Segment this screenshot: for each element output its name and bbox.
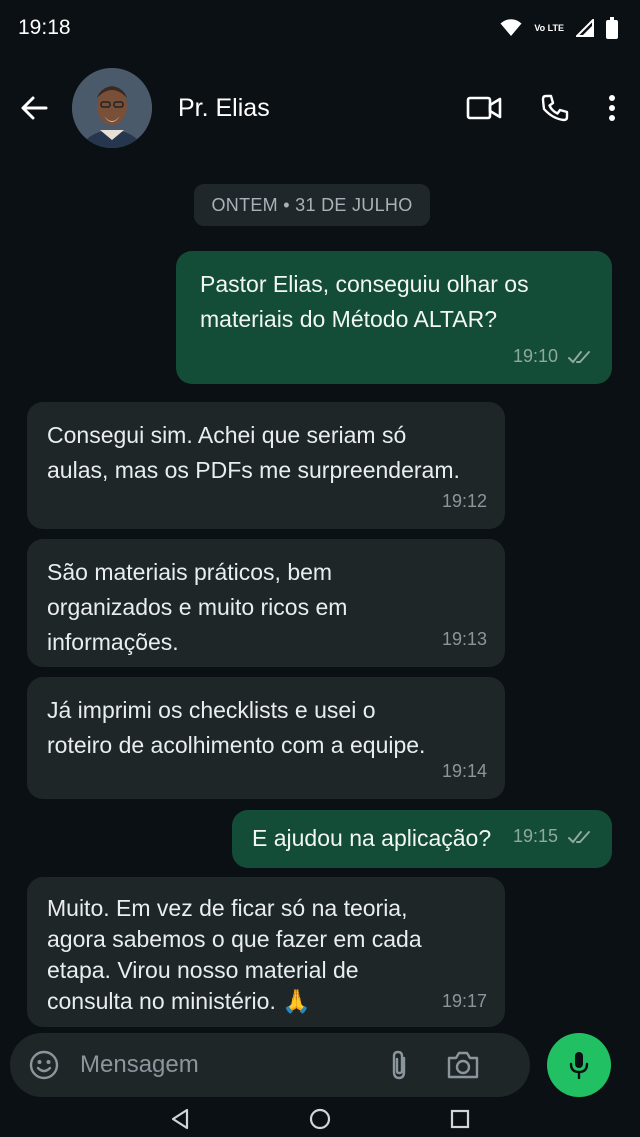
message-meta: 19:17 bbox=[442, 986, 487, 1017]
message-bubble-incoming[interactable]: Muito. Em vez de ficar só na teoria, ago… bbox=[27, 877, 505, 1027]
back-button[interactable] bbox=[16, 90, 52, 126]
message-line: Consegui sim. Achei que seriam só bbox=[47, 422, 407, 448]
nav-recents-icon[interactable] bbox=[450, 1109, 470, 1129]
message-line: aulas, mas os PDFs me surpreenderam. bbox=[47, 457, 460, 483]
message-line: agora sabemos o que fazer em cada bbox=[47, 926, 422, 952]
camera-icon[interactable] bbox=[446, 1050, 480, 1080]
message-line: Muito. Em vez de ficar só na teoria, bbox=[47, 895, 408, 921]
message-meta: 19:12 bbox=[442, 484, 487, 519]
message-bubble-incoming[interactable]: São materiais práticos, bem organizados … bbox=[27, 539, 505, 667]
status-icons: Vo LTE bbox=[500, 17, 618, 39]
message-meta: 19:10 bbox=[513, 339, 594, 374]
wifi-icon bbox=[500, 19, 522, 36]
status-bar: 19:18 Vo LTE bbox=[0, 0, 640, 56]
message-line: Pastor Elias, conseguiu olhar os bbox=[200, 271, 529, 297]
message-line: materiais do Método ALTAR? bbox=[200, 306, 498, 332]
nav-home-icon[interactable] bbox=[309, 1108, 331, 1130]
message-bubble-incoming[interactable]: Já imprimi os checklists e usei o roteir… bbox=[27, 677, 505, 799]
more-options-icon[interactable] bbox=[608, 94, 616, 122]
battery-icon bbox=[606, 17, 618, 39]
message-line: Já imprimi os checklists e usei o bbox=[47, 697, 376, 723]
volte-icon: Vo LTE bbox=[534, 22, 564, 33]
double-check-icon bbox=[568, 830, 590, 843]
phone-icon[interactable] bbox=[540, 93, 570, 123]
message-time: 19:17 bbox=[441, 991, 487, 1011]
emoji-sticker-icon[interactable] bbox=[28, 1049, 60, 1081]
message-line: organizados e muito ricos em bbox=[47, 594, 348, 620]
double-check-icon bbox=[568, 350, 590, 363]
voice-record-button[interactable] bbox=[547, 1033, 611, 1097]
message-line: São materiais práticos, bem bbox=[47, 559, 333, 585]
nav-back-icon[interactable] bbox=[170, 1108, 190, 1130]
status-time: 19:18 bbox=[18, 16, 71, 39]
avatar[interactable] bbox=[72, 68, 152, 148]
message-bubble-incoming[interactable]: Consegui sim. Achei que seriam só aulas,… bbox=[27, 402, 505, 529]
message-input[interactable] bbox=[78, 1050, 382, 1080]
message-bubble-outgoing[interactable]: E ajudou na aplicação? 19:15 bbox=[232, 810, 612, 868]
attachment-icon[interactable] bbox=[388, 1048, 410, 1082]
chat-header: Pr. Elias bbox=[0, 56, 640, 160]
message-line: informações. bbox=[47, 629, 179, 655]
message-line: etapa. Virou nosso material de bbox=[47, 957, 359, 983]
microphone-icon bbox=[569, 1052, 589, 1080]
message-line: roteiro de acolhimento com a equipe. bbox=[47, 732, 426, 758]
message-time: 19:13 bbox=[441, 629, 487, 649]
message-meta: 19:15 bbox=[513, 819, 594, 854]
avatar-portrait bbox=[72, 68, 152, 148]
message-meta: 19:13 bbox=[442, 622, 487, 657]
message-time: 19:12 bbox=[441, 491, 487, 511]
message-time: 19:14 bbox=[441, 761, 487, 781]
message-line: consulta no ministério. 🙏 bbox=[47, 988, 311, 1014]
arrow-left-icon bbox=[21, 96, 48, 120]
message-time: 19:15 bbox=[512, 826, 558, 846]
message-bubble-outgoing[interactable]: Pastor Elias, conseguiu olhar os materia… bbox=[176, 251, 612, 384]
message-meta: 19:14 bbox=[442, 754, 487, 789]
date-chip: ONTEM • 31 DE JULHO bbox=[194, 184, 430, 226]
message-time: 19:10 bbox=[512, 346, 558, 366]
chat-area[interactable]: ONTEM • 31 DE JULHO Pastor Elias, conseg… bbox=[0, 160, 640, 1030]
contact-name[interactable]: Pr. Elias bbox=[178, 94, 466, 123]
signal-icon bbox=[576, 19, 594, 37]
message-composer bbox=[10, 1033, 530, 1097]
system-navigation-bar bbox=[0, 1100, 640, 1137]
video-call-icon[interactable] bbox=[466, 95, 502, 121]
header-actions bbox=[466, 93, 616, 123]
